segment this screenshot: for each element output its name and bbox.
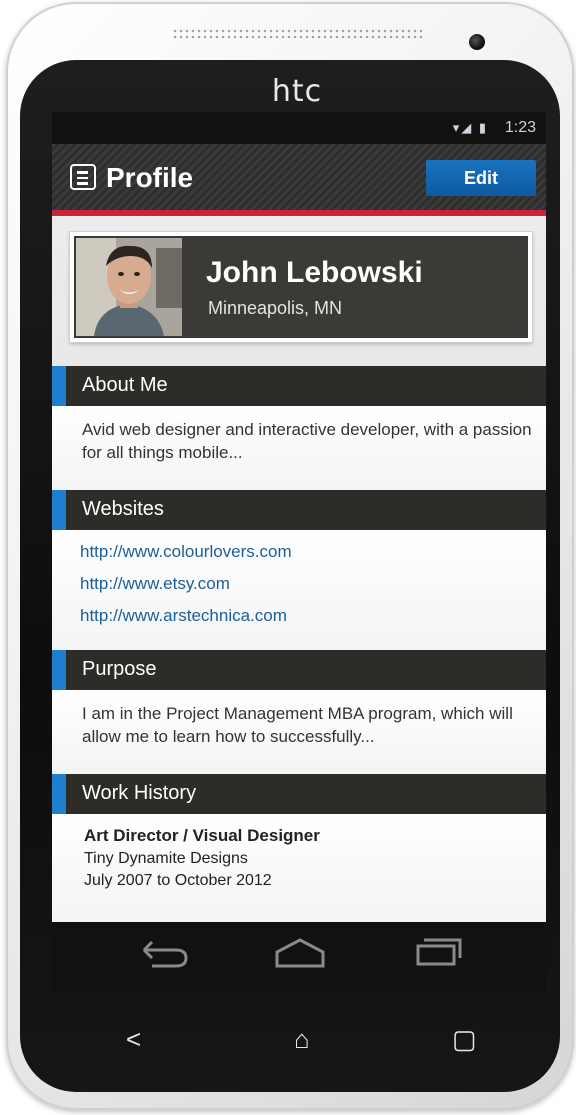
section-title-about: About Me — [82, 374, 168, 396]
section-body-work: Art Director / Visual Designer Tiny Dyna… — [52, 814, 546, 922]
page-title: Profile — [106, 162, 194, 193]
back-arrow-icon[interactable] — [142, 940, 188, 968]
front-camera — [469, 34, 485, 50]
soft-nav-icons — [142, 938, 462, 968]
htc-logo: htc — [271, 74, 323, 109]
profile-banner: John Lebowski Minneapolis, MN — [74, 236, 528, 338]
section-header-purpose[interactable]: Purpose — [52, 650, 546, 690]
purpose-text: I am in the Project Management MBA progr… — [82, 704, 513, 746]
section-header-work[interactable]: Work History — [52, 774, 546, 814]
profile-location: Minneapolis, MN — [208, 298, 343, 318]
hardware-keys: < ⌂ ▢ — [52, 1000, 546, 1080]
soft-navigation-bar — [52, 922, 546, 992]
status-time: 1:23 — [504, 119, 536, 136]
work-job-title: Art Director / Visual Designer — [84, 826, 320, 845]
section-title-purpose: Purpose — [82, 658, 157, 680]
work-dates: July 2007 to October 2012 — [84, 872, 272, 889]
hardware-back-key[interactable]: < — [126, 1024, 141, 1055]
menu-icon[interactable] — [70, 164, 96, 190]
profile-content: John Lebowski Minneapolis, MN About Me A… — [52, 216, 546, 922]
website-link[interactable]: http://www.arstechnica.com — [80, 606, 287, 626]
section-title-work: Work History — [82, 782, 197, 804]
section-body-about: Avid web designer and interactive develo… — [52, 406, 546, 490]
home-icon[interactable] — [275, 938, 325, 968]
avatar-photo — [76, 238, 182, 336]
app-screen: ▾◢ ▮ 1:23 Profile Edit John Lebowski Min… — [52, 112, 546, 922]
website-link[interactable]: http://www.colourlovers.com — [80, 542, 292, 562]
section-header-about[interactable]: About Me — [52, 366, 546, 406]
profile-card: John Lebowski Minneapolis, MN — [70, 232, 532, 342]
speaker-grille — [172, 28, 422, 40]
hardware-home-key[interactable]: ⌂ — [294, 1024, 310, 1055]
work-company: Tiny Dynamite Designs — [84, 850, 248, 867]
status-bar: ▾◢ ▮ 1:23 — [52, 112, 546, 144]
section-body-websites: http://www.colourlovers.com http://www.e… — [52, 530, 546, 650]
hardware-recent-key[interactable]: ▢ — [452, 1024, 477, 1055]
avatar — [76, 238, 182, 336]
profile-name: John Lebowski — [206, 256, 423, 289]
signal-battery-icons: ▾◢ ▮ — [452, 120, 488, 135]
section-header-websites[interactable]: Websites — [52, 490, 546, 530]
section-title-websites: Websites — [82, 498, 164, 520]
recent-apps-icon[interactable] — [416, 938, 462, 966]
edit-button[interactable]: Edit — [426, 160, 536, 196]
about-text: Avid web designer and interactive develo… — [82, 420, 532, 462]
app-header: Profile Edit — [52, 144, 546, 216]
section-body-purpose: I am in the Project Management MBA progr… — [52, 690, 546, 774]
website-link[interactable]: http://www.etsy.com — [80, 574, 230, 594]
